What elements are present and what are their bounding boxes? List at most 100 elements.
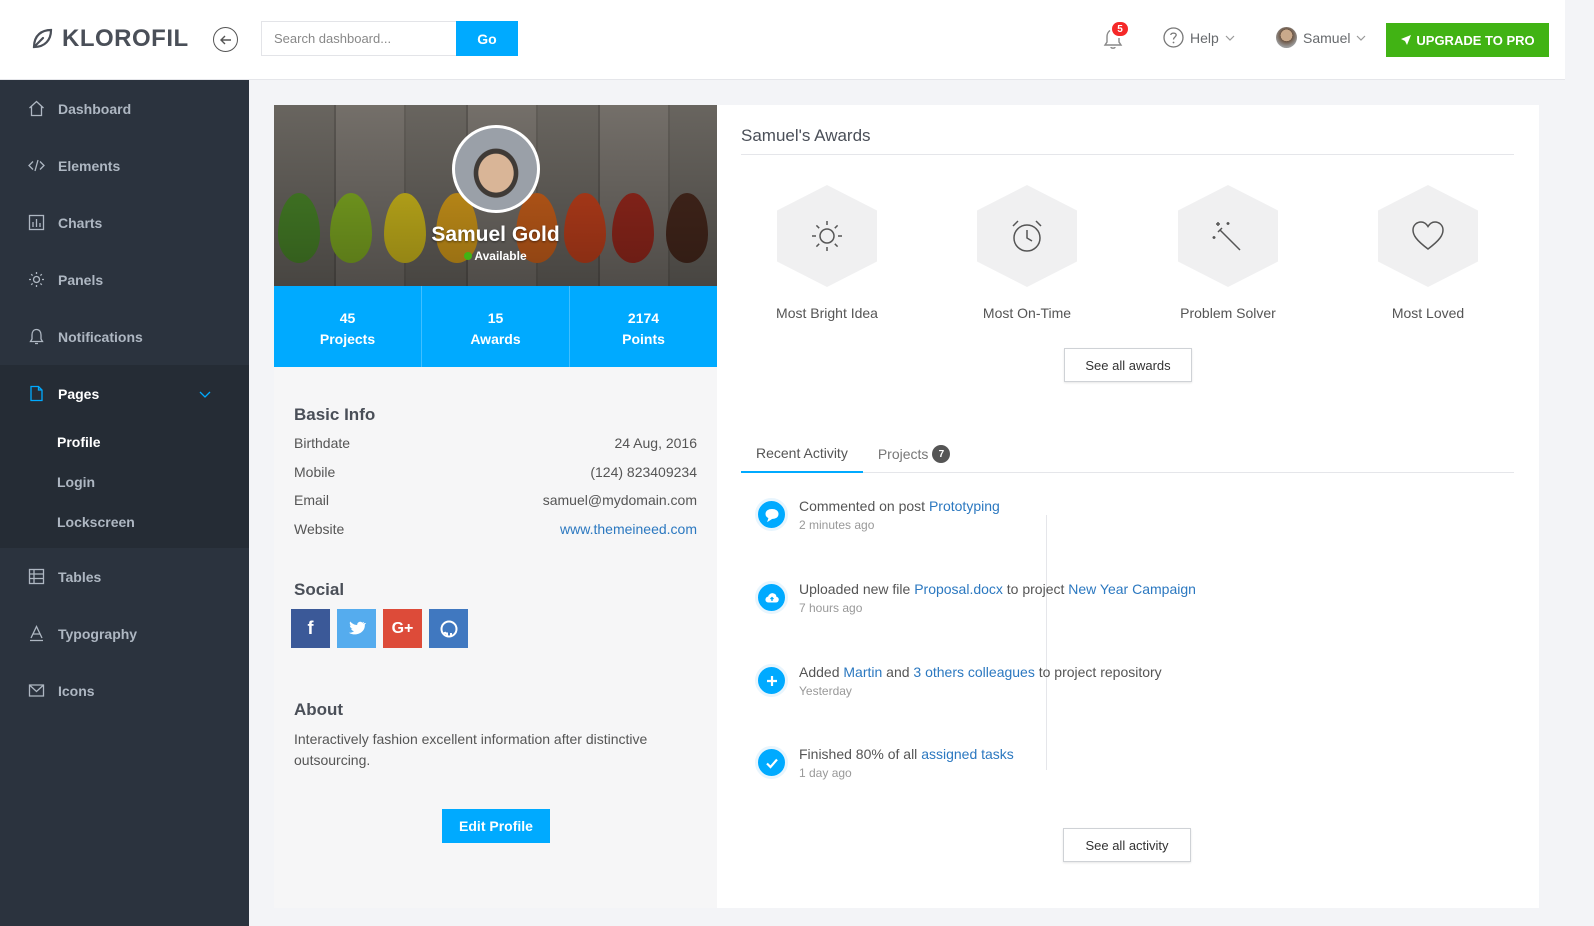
award-most-on-time: Most On-Time	[947, 185, 1107, 321]
timeline-line	[1046, 515, 1047, 770]
table-icon	[28, 568, 45, 585]
profile-left-column: Samuel Gold Available 45 Projects 15 Awa…	[274, 105, 717, 908]
stat-awards: 15 Awards	[422, 286, 570, 367]
user-dropdown[interactable]: Samuel	[1276, 27, 1366, 48]
comment-icon	[764, 508, 779, 522]
brand-logo[interactable]: KLOROFIL	[30, 25, 189, 53]
chevron-down-icon	[1357, 35, 1366, 41]
award-label: Problem Solver	[1180, 305, 1276, 321]
info-row-mobile: Mobile (124) 823409234	[294, 464, 697, 493]
info-row-email: Email samuel@mydomain.com	[294, 492, 697, 521]
activity-icon-badge	[755, 664, 788, 697]
awards-title: Samuel's Awards	[741, 126, 871, 145]
profile-cover: Samuel Gold Available	[274, 105, 717, 286]
top-navbar: KLOROFIL Go 5 Help Samuel UPGRADE TO PRO	[0, 0, 1565, 80]
twitter-button[interactable]	[337, 609, 376, 648]
award-label: Most Bright Idea	[776, 305, 878, 321]
activity-icon-badge	[755, 581, 788, 614]
bell-icon	[29, 328, 44, 345]
activity-link[interactable]: assigned tasks	[921, 746, 1014, 762]
rocket-icon	[1401, 35, 1412, 45]
sidebar-item-panels[interactable]: Panels	[0, 251, 249, 308]
upgrade-label: UPGRADE TO PRO	[1416, 32, 1535, 48]
see-all-activity-button[interactable]: See all activity	[1063, 828, 1191, 862]
google-plus-button[interactable]: G+	[383, 609, 422, 648]
sidebar-subitem-profile[interactable]: Profile	[0, 422, 249, 462]
twitter-icon	[348, 621, 366, 635]
info-value: samuel@mydomain.com	[542, 492, 697, 508]
info-value: (124) 823409234	[590, 463, 697, 480]
info-value: 24 Aug, 2016	[614, 435, 697, 451]
edit-profile-button[interactable]: Edit Profile	[442, 809, 550, 843]
info-label: Birthdate	[294, 435, 351, 451]
sidebar-subitem-lockscreen[interactable]: Lockscreen	[0, 502, 249, 542]
social-title: Social	[294, 580, 345, 599]
activity-link[interactable]: Martin	[843, 664, 882, 680]
github-button[interactable]	[429, 609, 468, 648]
file-icon	[30, 385, 43, 402]
tab-recent-activity[interactable]: Recent Activity	[741, 435, 863, 473]
activity-link[interactable]: New Year Campaign	[1068, 581, 1196, 597]
sidebar: Dashboard Elements Charts Panels Notific…	[0, 80, 249, 926]
award-most-bright-idea: Most Bright Idea	[747, 185, 907, 321]
status-dot	[464, 252, 473, 260]
sidebar-item-typography[interactable]: Typography	[0, 605, 249, 662]
google-plus-icon: G+	[391, 619, 414, 637]
sidebar-item-tables[interactable]: Tables	[0, 548, 249, 605]
help-dropdown[interactable]: Help	[1163, 27, 1235, 48]
sidebar-item-label: Dashboard	[58, 100, 132, 117]
sidebar-toggle-button[interactable]	[213, 27, 238, 52]
sidebar-item-charts[interactable]: Charts	[0, 194, 249, 251]
code-icon	[28, 159, 45, 172]
profile-status: Available	[274, 249, 717, 263]
magic-wand-icon	[1212, 222, 1241, 251]
website-link[interactable]: www.themeineed.com	[560, 521, 697, 550]
brand-name: KLOROFIL	[62, 25, 189, 52]
search-go-button[interactable]: Go	[456, 21, 518, 56]
sidebar-item-label: Notifications	[58, 328, 143, 345]
awards-divider	[741, 154, 1514, 155]
stat-value: 45	[339, 310, 356, 326]
linearicons-icon	[28, 684, 45, 697]
activity-text: Finished 80% of all assigned tasks	[799, 746, 1014, 762]
activity-icon-badge	[755, 498, 788, 531]
info-row-website: Website www.themeineed.com	[294, 521, 697, 550]
upgrade-to-pro-button[interactable]: UPGRADE TO PRO	[1386, 23, 1549, 57]
basic-info-section: Basic Info Birthdate 24 Aug, 2016 Mobile…	[294, 405, 697, 549]
award-label: Most On-Time	[982, 305, 1072, 321]
tab-label: Projects	[877, 446, 929, 462]
social-buttons: f G+	[291, 609, 468, 648]
profile-stats: 45 Projects 15 Awards 2174 Points	[274, 286, 717, 367]
activity-link[interactable]: 3 others colleagues	[913, 664, 1034, 680]
activity-link[interactable]: Proposal.docx	[914, 581, 1003, 597]
sidebar-item-icons[interactable]: Icons	[0, 662, 249, 719]
sidebar-item-label: Panels	[58, 271, 104, 288]
activity-link[interactable]: Prototyping	[929, 498, 1000, 514]
text-format-icon	[30, 625, 43, 642]
about-title: About	[294, 700, 344, 719]
sidebar-subitem-login[interactable]: Login	[0, 462, 249, 502]
help-label: Help	[1190, 29, 1219, 46]
stat-label: Points	[622, 331, 665, 347]
search-input[interactable]	[261, 21, 457, 56]
sidebar-item-elements[interactable]: Elements	[0, 137, 249, 194]
sidebar-item-label: Icons	[58, 682, 95, 699]
sun-icon	[812, 221, 842, 251]
tab-projects[interactable]: Projects 7	[863, 435, 966, 473]
award-label: Most Loved	[1391, 305, 1465, 321]
user-avatar	[1276, 27, 1297, 48]
stat-label: Projects	[319, 331, 376, 347]
award-hexagon	[1178, 185, 1278, 287]
sidebar-item-dashboard[interactable]: Dashboard	[0, 80, 249, 137]
facebook-button[interactable]: f	[291, 609, 330, 648]
activity-tabs: Recent Activity Projects 7	[741, 435, 1514, 473]
notification-count-badge: 5	[1110, 20, 1130, 38]
chart-bars-icon	[28, 214, 45, 231]
arrow-left-icon	[219, 35, 231, 44]
activity-text-part: Finished 80% of all	[799, 746, 922, 762]
see-all-awards-button[interactable]: See all awards	[1064, 348, 1192, 382]
sidebar-item-pages[interactable]: Pages	[0, 365, 249, 422]
user-name: Samuel	[1303, 29, 1351, 46]
pages-submenu: Profile Login Lockscreen	[0, 422, 249, 548]
sidebar-item-notifications[interactable]: Notifications	[0, 308, 249, 365]
